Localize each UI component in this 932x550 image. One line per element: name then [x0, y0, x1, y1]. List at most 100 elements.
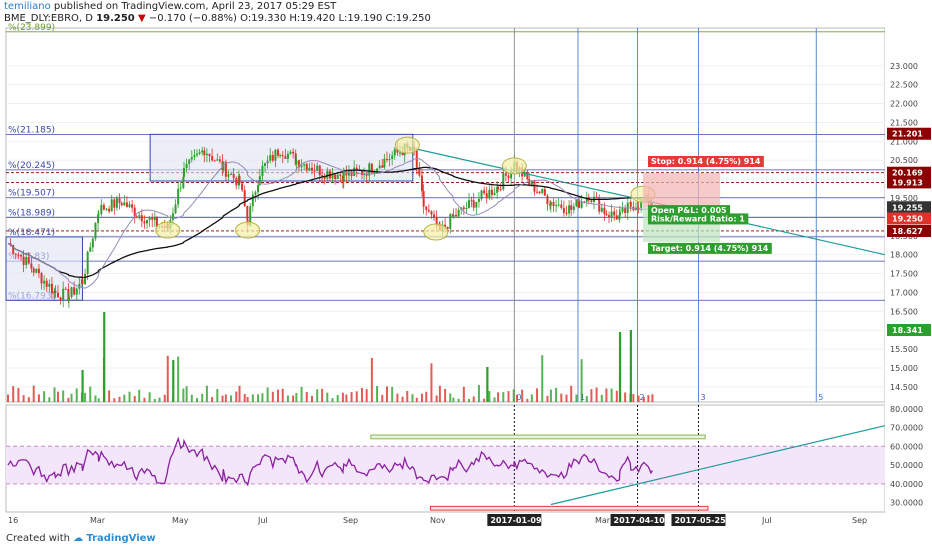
- volume-bar: [396, 393, 399, 402]
- volume-bar: [216, 389, 219, 402]
- volume-bar: [138, 389, 141, 402]
- time-badge-text: 2017-05-25: [674, 516, 726, 525]
- candle-body: [131, 204, 134, 208]
- author[interactable]: temiliano: [4, 1, 51, 12]
- candle-body: [360, 170, 363, 176]
- candle-body: [102, 204, 105, 210]
- candle-body: [565, 212, 568, 214]
- price-tick: 17.000: [890, 288, 918, 297]
- candle-body: [261, 165, 264, 177]
- candle-body: [388, 158, 391, 160]
- candle-body: [271, 155, 274, 161]
- volume-bar: [281, 388, 284, 402]
- volume-bar: [75, 388, 78, 402]
- candle-body: [203, 150, 206, 156]
- candle-body: [552, 201, 555, 207]
- candle-body: [608, 215, 611, 218]
- time-tick: Nov: [430, 516, 446, 525]
- volume-bar: [246, 396, 249, 402]
- candle-body: [146, 220, 149, 224]
- candle-body: [334, 174, 337, 179]
- candle-body: [216, 159, 219, 161]
- candle-body: [321, 175, 324, 177]
- candle-body: [56, 292, 59, 298]
- volume-bar: [108, 390, 111, 402]
- candle-body: [629, 202, 632, 207]
- candle-body: [468, 200, 471, 208]
- volume-bar: [444, 388, 447, 402]
- volume-bar: [22, 395, 25, 402]
- volume-bar: [435, 395, 438, 402]
- candle-body: [86, 251, 89, 274]
- candle-body: [196, 153, 199, 156]
- price-tick: 15.500: [890, 345, 918, 354]
- volume-bar: [376, 385, 379, 402]
- created-with: Created with: [6, 533, 70, 544]
- candle-body: [151, 217, 154, 220]
- volume-bar: [345, 394, 348, 402]
- volume-bar: [615, 390, 618, 402]
- footer: Created with ☁ TradingView: [6, 533, 156, 544]
- volume-bar: [580, 359, 583, 402]
- candle-body: [610, 211, 613, 218]
- price-tick: 16.500: [890, 307, 918, 316]
- candle-body: [75, 288, 78, 295]
- pivot-marker: [394, 136, 420, 154]
- down-arrow-icon: ▼: [137, 13, 146, 24]
- candle-body: [67, 296, 70, 302]
- candle-body: [475, 201, 478, 208]
- candle-body: [560, 204, 563, 208]
- candle-body: [549, 201, 552, 206]
- volume-bar: [565, 394, 568, 402]
- volume-bar: [637, 395, 640, 402]
- volume-bar: [391, 386, 394, 402]
- rsi-support-box: [429, 505, 709, 511]
- candle-body: [303, 163, 306, 166]
- price-badge-text: 19.255: [892, 203, 923, 212]
- volume-bar: [27, 397, 30, 402]
- price-change: −0.170 (−0.88%): [148, 13, 237, 24]
- candle-body: [381, 165, 384, 168]
- candle-body: [183, 168, 186, 177]
- volume-bar: [600, 394, 603, 402]
- volume-bar: [438, 385, 441, 402]
- candle-body: [613, 211, 616, 216]
- rsi-resistance-box: [370, 434, 706, 440]
- candle-body: [286, 153, 289, 159]
- volume-bar: [310, 395, 313, 402]
- candle-body: [570, 205, 573, 210]
- volume-bar: [97, 398, 100, 402]
- volume-bar: [632, 393, 635, 402]
- candle-body: [100, 204, 103, 214]
- volume-bar: [221, 395, 224, 402]
- candle-body: [621, 208, 624, 212]
- candle-body: [555, 205, 558, 207]
- candle-body: [110, 199, 113, 212]
- candle-body: [470, 200, 473, 202]
- candle-body: [251, 194, 254, 207]
- volume-bar: [133, 395, 136, 402]
- candle-body: [97, 213, 100, 215]
- volume-bar: [521, 389, 524, 402]
- publish-line: temiliano published on TradingView.com, …: [4, 1, 336, 12]
- candle-body: [339, 174, 342, 176]
- volume-bar: [196, 398, 199, 402]
- time-tick: Jul: [761, 516, 772, 525]
- candle-body: [305, 163, 308, 171]
- volume-bar: [530, 394, 533, 402]
- candle-body: [193, 155, 196, 158]
- price-tick: 20.500: [890, 156, 918, 165]
- volume-bar: [113, 398, 116, 402]
- candle-body: [143, 221, 146, 224]
- pivot-marker: [235, 221, 261, 239]
- candle-body: [218, 159, 221, 162]
- candle-body: [420, 175, 423, 192]
- volume-bar: [341, 392, 344, 402]
- candle-body: [499, 189, 502, 191]
- candle-body: [331, 174, 334, 179]
- candle-body: [177, 188, 180, 205]
- brand-name[interactable]: TradingView: [86, 533, 155, 544]
- volume-bar: [266, 387, 269, 402]
- candle-body: [89, 247, 92, 252]
- volume-bar: [585, 396, 588, 402]
